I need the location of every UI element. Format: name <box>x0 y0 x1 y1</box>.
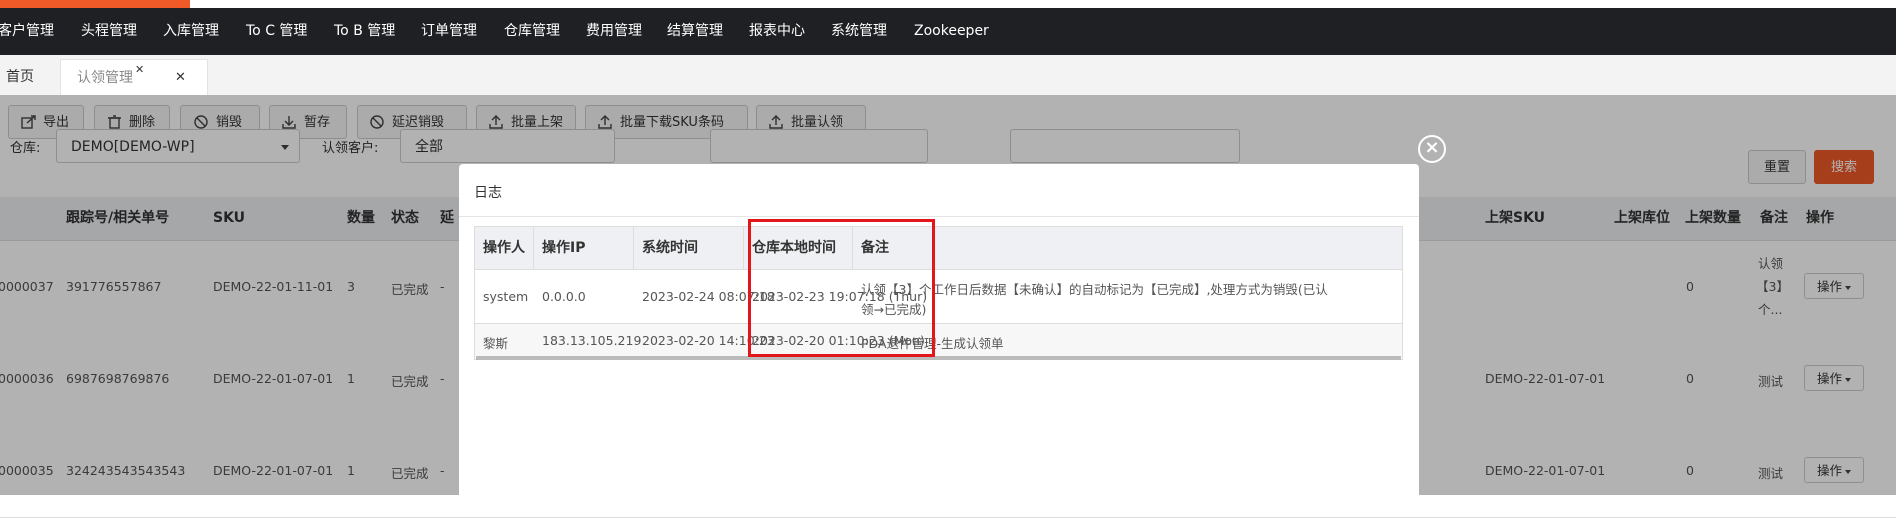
log-ip: 0.0.0.0 <box>542 289 586 304</box>
nav-item-customer[interactable]: 客户管理 <box>0 8 54 55</box>
modal-title: 日志 <box>474 185 502 201</box>
log-operator: system <box>483 289 529 304</box>
nav-item-inbound[interactable]: 入库管理 <box>163 8 219 55</box>
tab-claim-label: 认领管理 <box>77 70 133 86</box>
log-modal: 日志 操作人 操作IP 系统时间 仓库本地时间 备注 system 0.0.0.… <box>459 164 1419 495</box>
annotation-highlight-box <box>748 219 935 357</box>
log-col-system-time: 系统时间 <box>634 227 744 269</box>
nav-item-fees[interactable]: 费用管理 <box>586 8 642 55</box>
log-operator: 黎斯 <box>483 336 509 351</box>
log-col-ip: 操作IP <box>534 227 634 269</box>
horizontal-scrollbar[interactable] <box>476 356 1401 360</box>
log-col-note: 备注 <box>853 227 1402 269</box>
nav-item-settlement[interactable]: 结算管理 <box>667 8 723 55</box>
log-row: system 0.0.0.0 2023-02-24 08:07:18 2023-… <box>475 269 1402 324</box>
log-ip: 183.13.105.219 <box>542 333 642 348</box>
modal-close-icon[interactable]: × <box>1418 135 1446 163</box>
modal-divider <box>459 216 1419 217</box>
top-nav-bar: 客户管理 头程管理 入库管理 To C 管理 To B 管理 订单管理 仓库管理… <box>0 8 1896 55</box>
log-row: 黎斯 183.13.105.219 2023-02-20 14:10:23 20… <box>475 323 1402 357</box>
log-table: 操作人 操作IP 系统时间 仓库本地时间 备注 system 0.0.0.0 2… <box>474 226 1403 360</box>
nav-item-toc[interactable]: To C 管理 <box>246 8 307 55</box>
tab-close-icon[interactable]: ✕ <box>135 52 144 88</box>
close-all-tabs-icon[interactable]: ✕ <box>175 60 186 96</box>
nav-item-orders[interactable]: 订单管理 <box>421 8 477 55</box>
tab-home[interactable]: 首页 <box>0 59 66 95</box>
nav-item-system[interactable]: 系统管理 <box>831 8 887 55</box>
tab-claim-management[interactable]: 认领管理 ✕ ✕ <box>60 59 208 96</box>
nav-item-first-leg[interactable]: 头程管理 <box>81 8 137 55</box>
nav-item-reports[interactable]: 报表中心 <box>749 8 805 55</box>
nav-item-tob[interactable]: To B 管理 <box>334 8 395 55</box>
nav-item-zookeeper[interactable]: Zookeeper <box>914 8 989 55</box>
log-col-operator: 操作人 <box>475 227 534 269</box>
brand-accent-strip <box>0 0 190 8</box>
nav-item-warehouse[interactable]: 仓库管理 <box>504 8 560 55</box>
tab-bar: 首页 认领管理 ✕ ✕ <box>0 55 1896 96</box>
